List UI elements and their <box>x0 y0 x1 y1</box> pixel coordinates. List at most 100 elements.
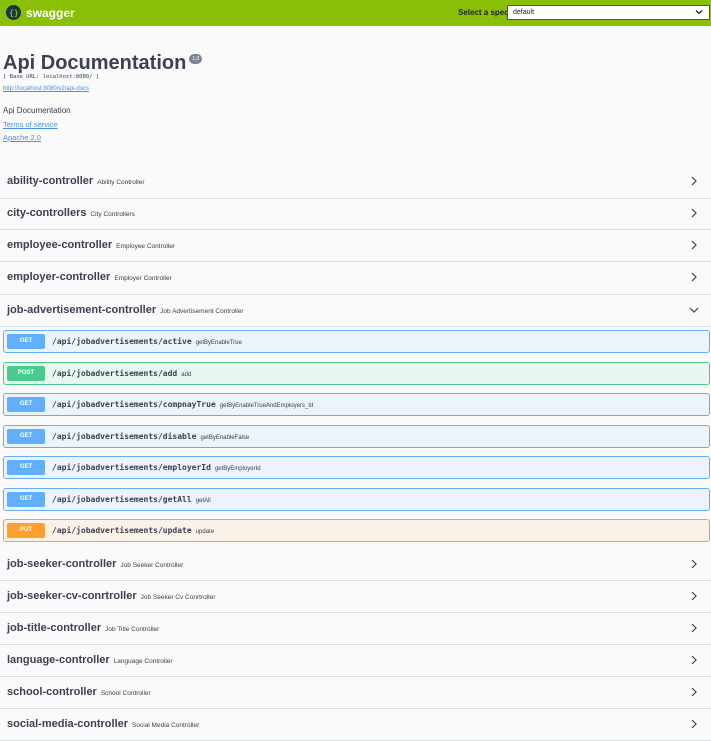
tag-name: job-seeker-cv-conrtroller Job Seeker Cv C… <box>7 590 215 602</box>
tag-title: job-seeker-controller <box>7 558 117 570</box>
operation-path-wrap: /api/jobadvertisements/getAll getAll <box>52 495 211 504</box>
operation-get[interactable]: GET/api/jobadvertisements/disable getByEn… <box>3 425 710 448</box>
tag-name: employee-controller Employee Controller <box>7 239 175 251</box>
tag-description: Job Seeker Controller <box>120 562 184 569</box>
operation-path-wrap: /api/jobadvertisements/active getByEnable… <box>52 337 242 346</box>
operation-get[interactable]: GET/api/jobadvertisements/getAll getAll <box>3 488 710 511</box>
operation-path: /api/jobadvertisements/disable <box>52 432 197 441</box>
spec-select-label: Select a spec <box>458 8 509 17</box>
operation-path: /api/jobadvertisements/active <box>52 337 192 346</box>
tag-title: job-title-controller <box>7 622 102 634</box>
tag-description: Ability Controller <box>97 179 145 186</box>
operation-put[interactable]: PUT/api/jobadvertisements/update update <box>3 519 710 542</box>
tag-name: ability-controller Ability Controller <box>7 175 145 187</box>
tag-description: Job Seeker Cv Conrtroller <box>140 594 216 601</box>
api-description: Api Documentation <box>3 106 71 115</box>
tag-name: social-media-controller Social Media Cont… <box>7 718 199 730</box>
spec-select[interactable]: default <box>507 5 710 20</box>
chevron-right-icon[interactable] <box>689 208 699 218</box>
license-link[interactable]: Apache 2.0 <box>3 133 41 142</box>
tag-school-controller[interactable]: school-controller School Controller <box>0 677 711 709</box>
operation-summary: getByEmployerId <box>214 466 261 472</box>
operation-summary: getAll <box>195 498 211 504</box>
operation-path-wrap: /api/jobadvertisements/employerId getByEm… <box>52 463 261 472</box>
operation-path: /api/jobadvertisements/compnayTrue <box>52 400 216 409</box>
svg-text:{}: {} <box>9 9 19 18</box>
tag-name: job-title-controller Job Title Controller <box>7 622 159 634</box>
operation-path: /api/jobadvertisements/getAll <box>52 495 192 504</box>
chevron-right-icon[interactable] <box>689 559 699 569</box>
chevron-down-icon <box>695 10 703 15</box>
version-badge: 1.0 <box>189 54 203 64</box>
operation-summary: add <box>181 372 192 378</box>
operation-path-wrap: /api/jobadvertisements/disable getByEnabl… <box>52 432 249 441</box>
tag-title: job-seeker-cv-conrtroller <box>7 590 137 602</box>
tag-title: social-media-controller <box>7 718 129 730</box>
chevron-right-icon[interactable] <box>689 719 699 729</box>
tag-title: job-advertisement-controller <box>7 304 157 316</box>
tag-title: school-controller <box>7 686 97 698</box>
chevron-right-icon[interactable] <box>689 240 699 250</box>
operation-get[interactable]: GET/api/jobadvertisements/employerId getB… <box>3 456 710 479</box>
chevron-right-icon[interactable] <box>689 272 699 282</box>
top-bar: {} swagger Select a spec default <box>0 0 711 26</box>
info-header: Api Documentation 1.0 <box>3 52 203 74</box>
swagger-logo-text: swagger <box>26 5 75 20</box>
tag-title: language-controller <box>7 654 110 666</box>
swagger-logo[interactable]: {} swagger <box>6 5 75 20</box>
tag-employee-controller[interactable]: employee-controller Employee Controller <box>0 230 711 262</box>
chevron-right-icon[interactable] <box>689 623 699 633</box>
operation-summary: getByEnableTrueAndEmployers_Id <box>219 403 314 409</box>
tag-language-controller[interactable]: language-controller Language Controller <box>0 645 711 677</box>
operation-path-wrap: /api/jobadvertisements/update update <box>52 526 214 535</box>
method-badge: GET <box>7 334 45 349</box>
tag-job-title-controller[interactable]: job-title-controller Job Title Controller <box>0 613 711 645</box>
tag-name: employer-controller Employer Controller <box>7 271 172 283</box>
api-docs-link[interactable]: http://localhost:8080/v2/api-docs <box>3 86 89 92</box>
tag-description: Employer Controller <box>114 275 172 282</box>
terms-of-service-link[interactable]: Terms of service <box>3 120 58 129</box>
method-badge: GET <box>7 492 45 507</box>
tag-description: Social Media Controller <box>132 722 200 729</box>
operation-summary: getByEnableTrue <box>195 340 242 346</box>
tag-job-advertisement-controller[interactable]: job-advertisement-controller Job Advertis… <box>0 295 711 327</box>
chevron-down-icon[interactable] <box>689 305 699 315</box>
operation-summary: update <box>195 529 215 535</box>
spec-select-value: default <box>513 9 535 16</box>
base-url: [ Base URL: localhost:8080/ ] <box>3 74 100 80</box>
tag-title: employee-controller <box>7 239 113 251</box>
operation-get[interactable]: GET/api/jobadvertisements/compnayTrue get… <box>3 393 710 416</box>
chevron-right-icon[interactable] <box>689 591 699 601</box>
swagger-logo-icon: {} <box>6 5 21 20</box>
tag-employer-controller[interactable]: employer-controller Employer Controller <box>0 262 711 295</box>
method-badge: GET <box>7 397 45 412</box>
method-badge: GET <box>7 429 45 444</box>
tag-ability-controller[interactable]: ability-controller Ability Controller <box>0 166 711 199</box>
page-title: Api Documentation <box>3 52 187 74</box>
tag-title: ability-controller <box>7 175 94 187</box>
tag-description: Job Title Controller <box>105 626 160 633</box>
chevron-right-icon[interactable] <box>689 176 699 186</box>
operation-summary: getByEnableFalse <box>200 435 250 441</box>
tag-city-controllers[interactable]: city-controllers City Controllers <box>0 198 711 230</box>
method-badge: PUT <box>7 523 45 538</box>
tag-name: job-seeker-controller Job Seeker Controll… <box>7 558 183 570</box>
tag-name: school-controller School Controller <box>7 686 151 698</box>
chevron-right-icon[interactable] <box>689 655 699 665</box>
operation-get[interactable]: GET/api/jobadvertisements/active getByEna… <box>3 330 710 353</box>
operation-post[interactable]: POST/api/jobadvertisements/add add <box>3 362 710 385</box>
operation-path-wrap: /api/jobadvertisements/compnayTrue getByE… <box>52 400 313 409</box>
tag-title: employer-controller <box>7 271 111 283</box>
tag-name: city-controllers City Controllers <box>7 207 135 219</box>
method-badge: POST <box>7 366 45 381</box>
operation-path-wrap: /api/jobadvertisements/add add <box>52 369 191 378</box>
tag-job-seeker-controller[interactable]: job-seeker-controller Job Seeker Controll… <box>0 549 711 581</box>
tag-social-media-controller[interactable]: social-media-controller Social Media Cont… <box>0 709 711 741</box>
tag-description: Employee Controller <box>116 243 176 250</box>
tag-name: job-advertisement-controller Job Advertis… <box>7 304 244 316</box>
tag-description: School Controller <box>100 690 151 697</box>
method-badge: GET <box>7 460 45 475</box>
chevron-right-icon[interactable] <box>689 687 699 697</box>
tag-description: Language Controller <box>113 658 173 665</box>
tag-job-seeker-cv-conrtroller[interactable]: job-seeker-cv-conrtroller Job Seeker Cv C… <box>0 581 711 613</box>
